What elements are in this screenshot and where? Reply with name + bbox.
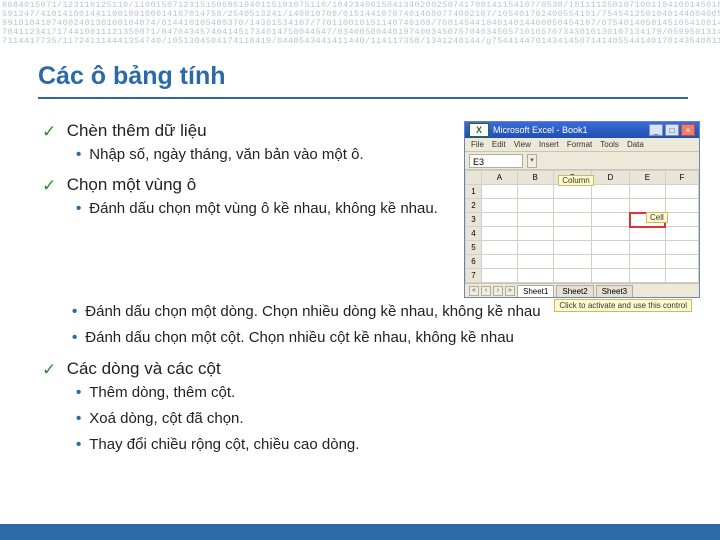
bullet-1-sub-1: •Nhập số, ngày tháng, văn bản vào một ô. (76, 145, 446, 165)
menu-file[interactable]: File (471, 140, 484, 149)
slide-content: Các ô bảng tính ✓ Chèn thêm dữ liệu •Nhậ… (38, 62, 700, 465)
bullet-1-label: Chèn thêm dữ liệu (67, 121, 207, 140)
col-header[interactable]: F (665, 171, 698, 185)
col-header[interactable]: E (630, 171, 666, 185)
check-icon: ✓ (42, 360, 56, 380)
bullet-3-sub-3-text: Thay đổi chiều rộng cột, chiều cao dòng. (89, 436, 359, 453)
excel-name-box-row: E3 ▾ (465, 152, 699, 170)
excel-screenshot: X Microsoft Excel - Book1 _ □ × File Edi… (464, 121, 700, 298)
bullet-3: ✓ Các dòng và các cột •Thêm dòng, thêm c… (42, 359, 700, 456)
bullet-3-sub-2: •Xoá dòng, cột đã chọn. (76, 409, 700, 429)
menu-tools[interactable]: Tools (600, 140, 619, 149)
column-callout: Column (558, 175, 594, 186)
col-header[interactable]: A (482, 171, 518, 185)
bullet-2-label: Chọn một vùng ô (67, 175, 196, 194)
check-icon: ✓ (42, 122, 56, 142)
col-header[interactable]: D (591, 171, 629, 185)
check-icon: ✓ (42, 176, 56, 196)
bullet-3-sub-1-text: Thêm dòng, thêm cột. (89, 384, 235, 401)
row-header[interactable]: 2 (466, 199, 482, 213)
col-header[interactable]: CColumn (553, 171, 591, 185)
bullet-3-sub-3: •Thay đổi chiều rộng cột, chiều cao dòng… (76, 435, 700, 455)
bullet-2-sub-1-text: Đánh dấu chọn một vùng ô kề nhau, không … (89, 200, 438, 217)
col-header[interactable]: B (517, 171, 553, 185)
name-box[interactable]: E3 (469, 154, 523, 168)
bullet-2-sub-2-text: Đánh dấu chọn một dòng. Chọn nhiều dòng … (85, 303, 540, 320)
row-header[interactable]: 4 (466, 227, 482, 241)
menu-edit[interactable]: Edit (492, 140, 506, 149)
sheet-tab[interactable]: Sheet1 (517, 285, 554, 297)
excel-tooltip: Click to activate and use this control (554, 299, 692, 312)
menu-insert[interactable]: Insert (539, 140, 559, 149)
row-header[interactable]: 7 (466, 269, 482, 283)
excel-menu-bar[interactable]: File Edit View Insert Format Tools Data (465, 138, 699, 152)
tab-nav-next-icon[interactable]: › (493, 286, 503, 296)
bullet-2: ✓ Chọn một vùng ô •Đánh dấu chọn một vùn… (42, 175, 446, 219)
selected-cell[interactable]: Cell (630, 213, 666, 227)
bullet-3-label: Các dòng và các cột (67, 359, 221, 378)
row-header[interactable]: 3 (466, 213, 482, 227)
tab-nav-first-icon[interactable]: « (469, 286, 479, 296)
bullet-3-sub-2-text: Xoá dòng, cột đã chọn. (89, 410, 243, 427)
decorative-digit-strip: 8684015071/123110125110/1100150712315150… (0, 0, 720, 46)
row-header[interactable]: 6 (466, 255, 482, 269)
bullet-2-sub-1: •Đánh dấu chọn một vùng ô kề nhau, không… (76, 199, 446, 219)
bullet-2-sub-3: •Đánh dấu chọn một cột. Chọn nhiều cột k… (72, 328, 700, 348)
name-box-dropdown-icon[interactable]: ▾ (527, 154, 537, 168)
tab-nav-prev-icon[interactable]: ‹ (481, 286, 491, 296)
excel-sheet-tabs[interactable]: « ‹ › » Sheet1 Sheet2 Sheet3 (465, 283, 699, 297)
footer-accent-bar (0, 524, 720, 540)
sheet-tab[interactable]: Sheet2 (556, 285, 593, 297)
menu-view[interactable]: View (514, 140, 531, 149)
bullet-1-sub-1-text: Nhập số, ngày tháng, văn bản vào một ô. (89, 146, 363, 163)
excel-app-icon: X (469, 123, 489, 137)
row-header[interactable]: 1 (466, 185, 482, 199)
excel-grid[interactable]: A B CColumn D E F 1 2 3 Cell 4 5 (465, 170, 699, 283)
excel-window-title: Microsoft Excel - Book1 (493, 125, 645, 135)
maximize-icon[interactable]: □ (665, 124, 679, 136)
cell-callout: Cell (646, 212, 668, 223)
menu-format[interactable]: Format (567, 140, 592, 149)
row-header[interactable]: 5 (466, 241, 482, 255)
bullet-2-sub-3-text: Đánh dấu chọn một cột. Chọn nhiều cột kề… (85, 329, 514, 346)
tab-nav-last-icon[interactable]: » (505, 286, 515, 296)
minimize-icon[interactable]: _ (649, 124, 663, 136)
menu-data[interactable]: Data (627, 140, 644, 149)
sheet-tab[interactable]: Sheet3 (596, 285, 633, 297)
bullet-3-sub-1: •Thêm dòng, thêm cột. (76, 383, 700, 403)
slide-title: Các ô bảng tính (38, 62, 688, 99)
close-icon[interactable]: × (681, 124, 695, 136)
excel-titlebar: X Microsoft Excel - Book1 _ □ × (465, 122, 699, 138)
bullet-1: ✓ Chèn thêm dữ liệu •Nhập số, ngày tháng… (42, 121, 446, 165)
